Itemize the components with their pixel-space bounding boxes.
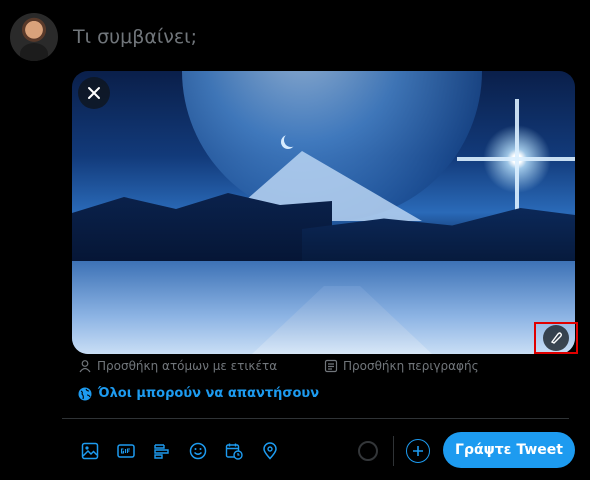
add-description-link[interactable]: Προσθήκη περιγραφής	[324, 359, 479, 373]
image-icon	[81, 442, 99, 460]
tag-people-label: Προσθήκη ατόμων με ετικέτα	[97, 359, 278, 373]
poll-button[interactable]	[144, 437, 180, 465]
compose-textbox[interactable]: Τι συμβαίνει;	[73, 26, 197, 48]
tweet-button[interactable]: Γράψτε Tweet	[443, 432, 575, 468]
avatar[interactable]	[10, 13, 58, 61]
compose-toolbar	[72, 437, 288, 465]
close-icon	[88, 87, 100, 99]
emoji-icon	[189, 442, 207, 460]
toolbar-separator	[393, 436, 394, 466]
gif-icon	[117, 444, 135, 458]
reply-setting-label: Όλοι μπορούν να απαντήσουν	[98, 386, 320, 401]
poll-icon	[154, 444, 169, 459]
attached-image	[72, 71, 575, 354]
person-icon	[79, 360, 91, 373]
emoji-button[interactable]	[180, 437, 216, 465]
plus-icon	[413, 446, 423, 456]
gif-button[interactable]	[108, 437, 144, 465]
tag-people-link[interactable]: Προσθήκη ατόμων με ετικέτα	[78, 359, 277, 373]
edit-media-button[interactable]	[534, 322, 578, 354]
media-button[interactable]	[72, 437, 108, 465]
location-icon	[263, 442, 277, 460]
globe-icon	[78, 387, 92, 400]
character-counter	[358, 441, 378, 461]
description-icon	[324, 359, 338, 373]
brush-icon	[550, 332, 563, 344]
schedule-button[interactable]	[216, 437, 252, 465]
reply-setting-button[interactable]: Όλοι μπορούν να απαντήσουν	[78, 386, 319, 401]
add-tweet-button[interactable]	[406, 439, 430, 463]
schedule-icon	[225, 443, 243, 460]
remove-media-button[interactable]	[78, 77, 110, 109]
divider	[62, 418, 569, 419]
add-description-label: Προσθήκη περιγραφής	[343, 359, 479, 373]
location-button[interactable]	[252, 437, 288, 465]
